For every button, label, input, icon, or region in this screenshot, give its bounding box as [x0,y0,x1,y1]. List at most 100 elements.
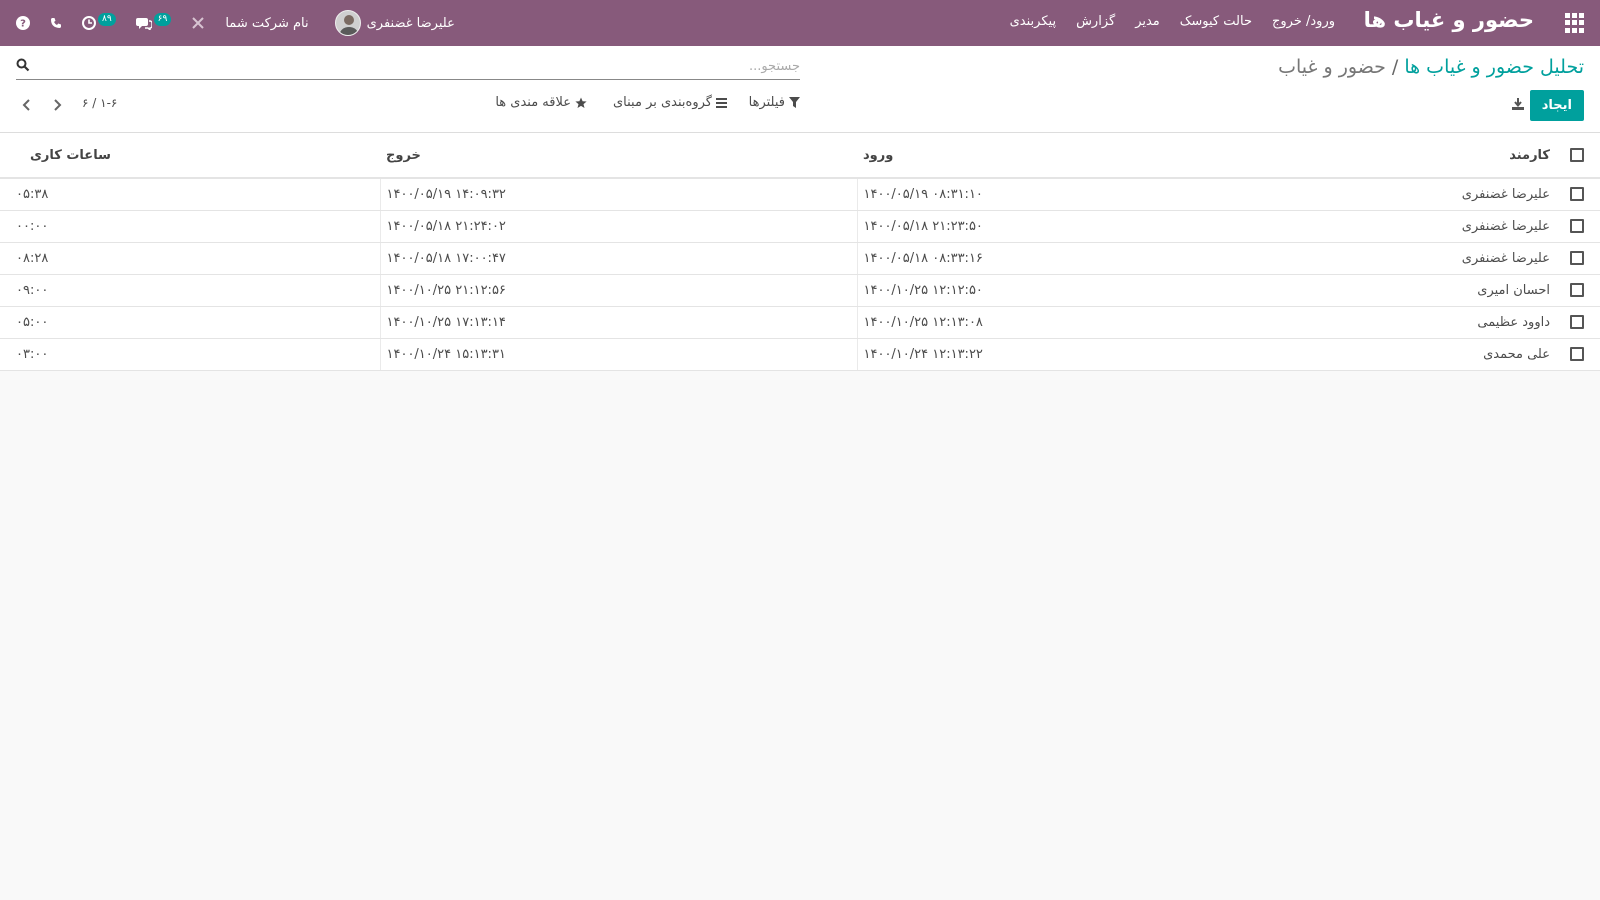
table-row[interactable]: احسان امیری ۱۴۰۰/۱۰/۲۵ ۱۲:۱۲:۵۰ ۱۴۰۰/۱۰/۲۵… [0,274,1600,307]
worked-hours-cell[interactable]: ۰۸:۲۸ [0,242,380,275]
check-in-value: ۱۴۰۰/۰۵/۱۸ ۰۸:۳۳:۱۶ [863,250,983,266]
row-checkbox[interactable] [1570,251,1584,265]
row-checkbox[interactable] [1570,283,1584,297]
user-menu[interactable]: علیرضا غضنفری [334,10,455,36]
check-in-cell[interactable]: ۱۴۰۰/۱۰/۲۵ ۱۲:۱۳:۰۸ [857,306,1333,339]
menu-item-check-in-out[interactable]: ورود/ خروج [1272,14,1335,29]
row-select-cell [1554,178,1600,211]
group-by-icon [716,98,727,108]
employee-cell[interactable]: احسان امیری [1333,274,1554,307]
check-out-value: ۱۴۰۰/۰۵/۱۸ ۱۷:۰۰:۴۷ [386,250,506,266]
company-switcher[interactable]: نام شرکت شما [225,16,308,31]
check-out-value: ۱۴۰۰/۱۰/۲۵ ۱۷:۱۳:۱۴ [386,314,506,330]
top-navbar: حضور و غیاب ها ورود/ خروج حالت کیوسک مدی… [0,0,1600,46]
close-icon[interactable] [191,16,205,30]
worked-hours-cell[interactable]: ۰۳:۰۰ [0,338,380,371]
attendance-table: کارمند ورود خروج ساعات کاری علیرضا غضنفر… [0,133,1600,371]
chat-icon [135,18,152,30]
row-select-cell [1554,306,1600,339]
breadcrumb: تحلیل حضور و غیاب ها / حضور و غیاب [1278,56,1584,78]
control-panel: تحلیل حضور و غیاب ها / حضور و غیاب ایجاد… [0,46,1600,133]
check-in-value: ۱۴۰۰/۰۵/۱۸ ۲۱:۲۳:۵۰ [863,218,983,234]
check-in-cell[interactable]: ۱۴۰۰/۰۵/۱۸ ۰۸:۳۳:۱۶ [857,242,1333,275]
check-out-cell[interactable]: ۱۴۰۰/۱۰/۲۵ ۱۷:۱۳:۱۴ [379,306,858,339]
star-icon [575,97,587,108]
chevron-right-icon[interactable] [50,98,64,112]
table-row[interactable]: علیرضا غضنفری ۱۴۰۰/۰۵/۱۸ ۲۱:۲۳:۵۰ ۱۴۰۰/۰۵/… [0,210,1600,243]
app-brand[interactable]: حضور و غیاب ها [1364,8,1534,32]
menu-item-kiosk-mode[interactable]: حالت کیوسک [1180,14,1252,29]
column-header-check-in[interactable]: ورود [857,133,1333,179]
check-out-cell[interactable]: ۱۴۰۰/۱۰/۲۵ ۲۱:۱۲:۵۶ [379,274,858,307]
avatar [334,10,361,36]
clock-icon [82,16,96,30]
filters-label: فیلترها [748,95,785,110]
pager-value[interactable]: ۱-۶ / ۶ [82,96,117,110]
worked-hours-value: ۰۹:۰۰ [16,282,49,298]
worked-hours-cell[interactable]: ۰۹:۰۰ [0,274,380,307]
menu-item-reporting[interactable]: گزارش [1076,14,1115,29]
table-row[interactable]: علی محمدی ۱۴۰۰/۱۰/۲۴ ۱۲:۱۳:۲۲ ۱۴۰۰/۱۰/۲۴ ۱… [0,338,1600,371]
help-icon[interactable]: ? [16,16,30,30]
chevron-left-icon[interactable] [20,98,34,112]
filter-icon [789,97,800,108]
check-out-cell[interactable]: ۱۴۰۰/۰۵/۱۸ ۲۱:۲۴:۰۲ [379,210,858,243]
filters-button[interactable]: فیلترها [749,95,800,110]
group-by-label: گروه‌بندی بر مبنای [613,95,712,110]
check-in-value: ۱۴۰۰/۰۵/۱۹ ۰۸:۳۱:۱۰ [863,186,983,202]
download-icon[interactable] [1511,97,1525,111]
breadcrumb-parent-link[interactable]: تحلیل حضور و غیاب ها [1404,56,1584,78]
group-by-button[interactable]: گروه‌بندی بر مبنای [613,95,727,110]
check-in-cell[interactable]: ۱۴۰۰/۱۰/۲۵ ۱۲:۱۲:۵۰ [857,274,1333,307]
check-out-value: ۱۴۰۰/۰۵/۱۹ ۱۴:۰۹:۳۲ [386,186,506,202]
column-header-worked-hours[interactable]: ساعات کاری [0,133,380,179]
employee-cell[interactable]: علیرضا غضنفری [1333,210,1554,243]
activity-menu[interactable]: ۸۹ [82,12,116,30]
check-out-cell[interactable]: ۱۴۰۰/۰۵/۱۸ ۱۷:۰۰:۴۷ [379,242,858,275]
messages-count-badge: ۶۹ [153,12,172,26]
worked-hours-value: ۰۵:۳۸ [16,186,49,202]
apps-grid-icon[interactable] [1564,13,1584,33]
check-in-value: ۱۴۰۰/۱۰/۲۵ ۱۲:۱۲:۵۰ [863,282,983,298]
row-checkbox[interactable] [1570,347,1584,361]
check-in-value: ۱۴۰۰/۱۰/۲۵ ۱۲:۱۳:۰۸ [863,314,983,330]
systray: علیرضا غضنفری نام شرکت شما ۶۹ ۸۹ ? [16,8,455,38]
phone-icon[interactable] [50,17,62,29]
check-in-cell[interactable]: ۱۴۰۰/۰۵/۱۹ ۰۸:۳۱:۱۰ [857,178,1333,211]
check-out-cell[interactable]: ۱۴۰۰/۱۰/۲۴ ۱۵:۱۳:۳۱ [379,338,858,371]
row-select-cell [1554,338,1600,371]
menu-item-configuration[interactable]: پیکربندی [1010,14,1056,29]
worked-hours-cell[interactable]: ۰۵:۰۰ [0,306,380,339]
row-select-cell [1554,242,1600,275]
table-row[interactable]: علیرضا غضنفری ۱۴۰۰/۰۵/۱۸ ۰۸:۳۳:۱۶ ۱۴۰۰/۰۵/… [0,242,1600,275]
column-header-employee[interactable]: کارمند [1333,133,1554,179]
user-name: علیرضا غضنفری [366,15,455,31]
attendance-list: کارمند ورود خروج ساعات کاری علیرضا غضنفر… [0,133,1600,371]
table-row[interactable]: علیرضا غضنفری ۱۴۰۰/۰۵/۱۹ ۰۸:۳۱:۱۰ ۱۴۰۰/۰۵/… [0,178,1600,211]
search-input[interactable] [36,56,800,76]
row-checkbox[interactable] [1570,315,1584,329]
main-menu: ورود/ خروج حالت کیوسک مدیر گزارش پیکربند… [1010,14,1335,29]
messaging-menu[interactable]: ۶۹ [135,12,172,30]
menu-item-manager[interactable]: مدیر [1135,14,1160,29]
employee-cell[interactable]: علیرضا غضنفری [1333,242,1554,275]
worked-hours-cell[interactable]: ۰۵:۳۸ [0,178,380,211]
worked-hours-cell[interactable]: ۰۰:۰۰ [0,210,380,243]
check-out-cell[interactable]: ۱۴۰۰/۰۵/۱۹ ۱۴:۰۹:۳۲ [379,178,858,211]
row-checkbox[interactable] [1570,187,1584,202]
column-header-check-out[interactable]: خروج [380,133,857,179]
check-in-cell[interactable]: ۱۴۰۰/۱۰/۲۴ ۱۲:۱۳:۲۲ [857,338,1333,371]
row-checkbox[interactable] [1570,219,1584,233]
table-row[interactable]: داوود عظیمی ۱۴۰۰/۱۰/۲۵ ۱۲:۱۳:۰۸ ۱۴۰۰/۱۰/۲۵… [0,306,1600,339]
worked-hours-value: ۰۵:۰۰ [16,314,49,330]
search-options: فیلترها گروه‌بندی بر مبنای علاقه مندی ها [0,95,800,115]
check-in-cell[interactable]: ۱۴۰۰/۰۵/۱۸ ۲۱:۲۳:۵۰ [857,210,1333,243]
employee-cell[interactable]: علی محمدی [1333,338,1554,371]
search-icon[interactable] [16,58,30,72]
row-select-cell [1554,210,1600,243]
select-all-checkbox[interactable] [1570,148,1584,162]
favorites-button[interactable]: علاقه مندی ها [495,95,587,110]
employee-cell[interactable]: علیرضا غضنفری [1333,178,1554,211]
employee-cell[interactable]: داوود عظیمی [1333,306,1554,339]
create-button[interactable]: ایجاد [1529,90,1584,121]
